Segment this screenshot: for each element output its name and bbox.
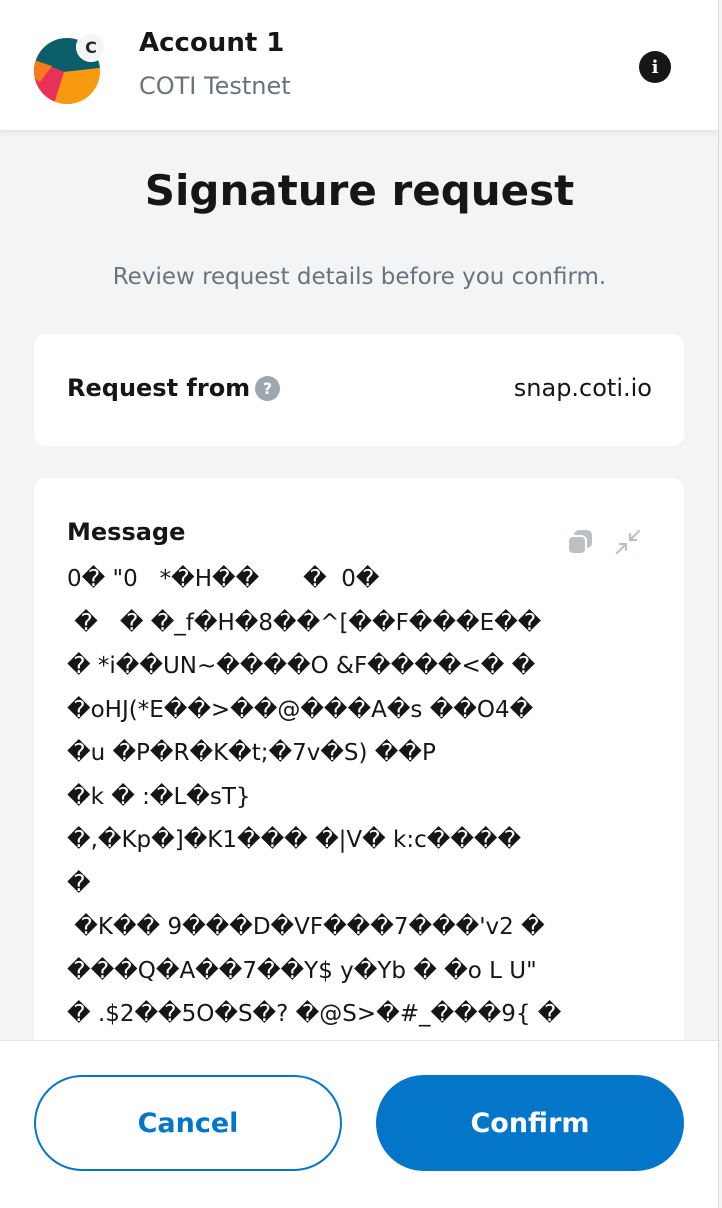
network-badge: C — [76, 32, 106, 62]
action-footer: Cancel Confirm — [0, 1040, 718, 1208]
account-name: Account 1 — [139, 28, 285, 58]
message-line: �u �P�R�K�t;�7v�S) ��P — [67, 740, 436, 766]
collapse-icon[interactable] — [614, 528, 642, 556]
page-title: Signature request — [144, 166, 575, 215]
message-label: Message — [67, 518, 186, 546]
request-from-card: Request from ? snap.coti.io — [34, 334, 684, 446]
network-name: COTI Testnet — [139, 72, 291, 100]
message-line: � *i��UN~����O &F����<� � — [67, 653, 536, 679]
request-origin: snap.coti.io — [513, 374, 652, 402]
message-card[interactable]: Message 0� "0 *�H�� � 0� � � �_f�H�8��^[… — [34, 478, 684, 1118]
message-line: �,�Kp�]�K1��� �|V� k:c���� — [67, 827, 522, 853]
message-line: �k � :�L�sT} — [67, 783, 251, 810]
message-line: � — [67, 870, 91, 897]
message-line: ���Q�A��7��Y$ y�Yb � �o L U" — [67, 957, 537, 984]
message-line: � .$2��5O�S�? �@S>�#_���9{ � — [67, 1001, 562, 1027]
signature-request-window: C Account 1 COTI Testnet i Signature req… — [0, 0, 719, 1208]
cancel-button[interactable]: Cancel — [34, 1075, 342, 1171]
message-line: 0� "0 *�H�� � 0� — [67, 566, 380, 592]
message-line: �K�� 9���D�VF���7���'v2 � — [67, 914, 545, 940]
info-icon[interactable]: i — [639, 51, 671, 83]
request-from-label: Request from — [67, 374, 251, 402]
account-header: C Account 1 COTI Testnet i — [0, 0, 718, 130]
message-line: �oHJ(*E��>��@���A�s ��O4� — [67, 696, 534, 723]
message-body: 0� "0 *�H�� � 0� � � �_f�H�8��^[��F���E�… — [67, 558, 657, 1037]
question-icon[interactable]: ? — [255, 376, 280, 401]
confirm-button[interactable]: Confirm — [376, 1075, 684, 1171]
account-avatar-group: C — [34, 32, 106, 104]
page-subtitle: Review request details before you confir… — [112, 264, 607, 290]
copy-icon[interactable] — [566, 528, 594, 556]
message-line: � � �_f�H�8��^[��F���E�� — [67, 609, 542, 636]
